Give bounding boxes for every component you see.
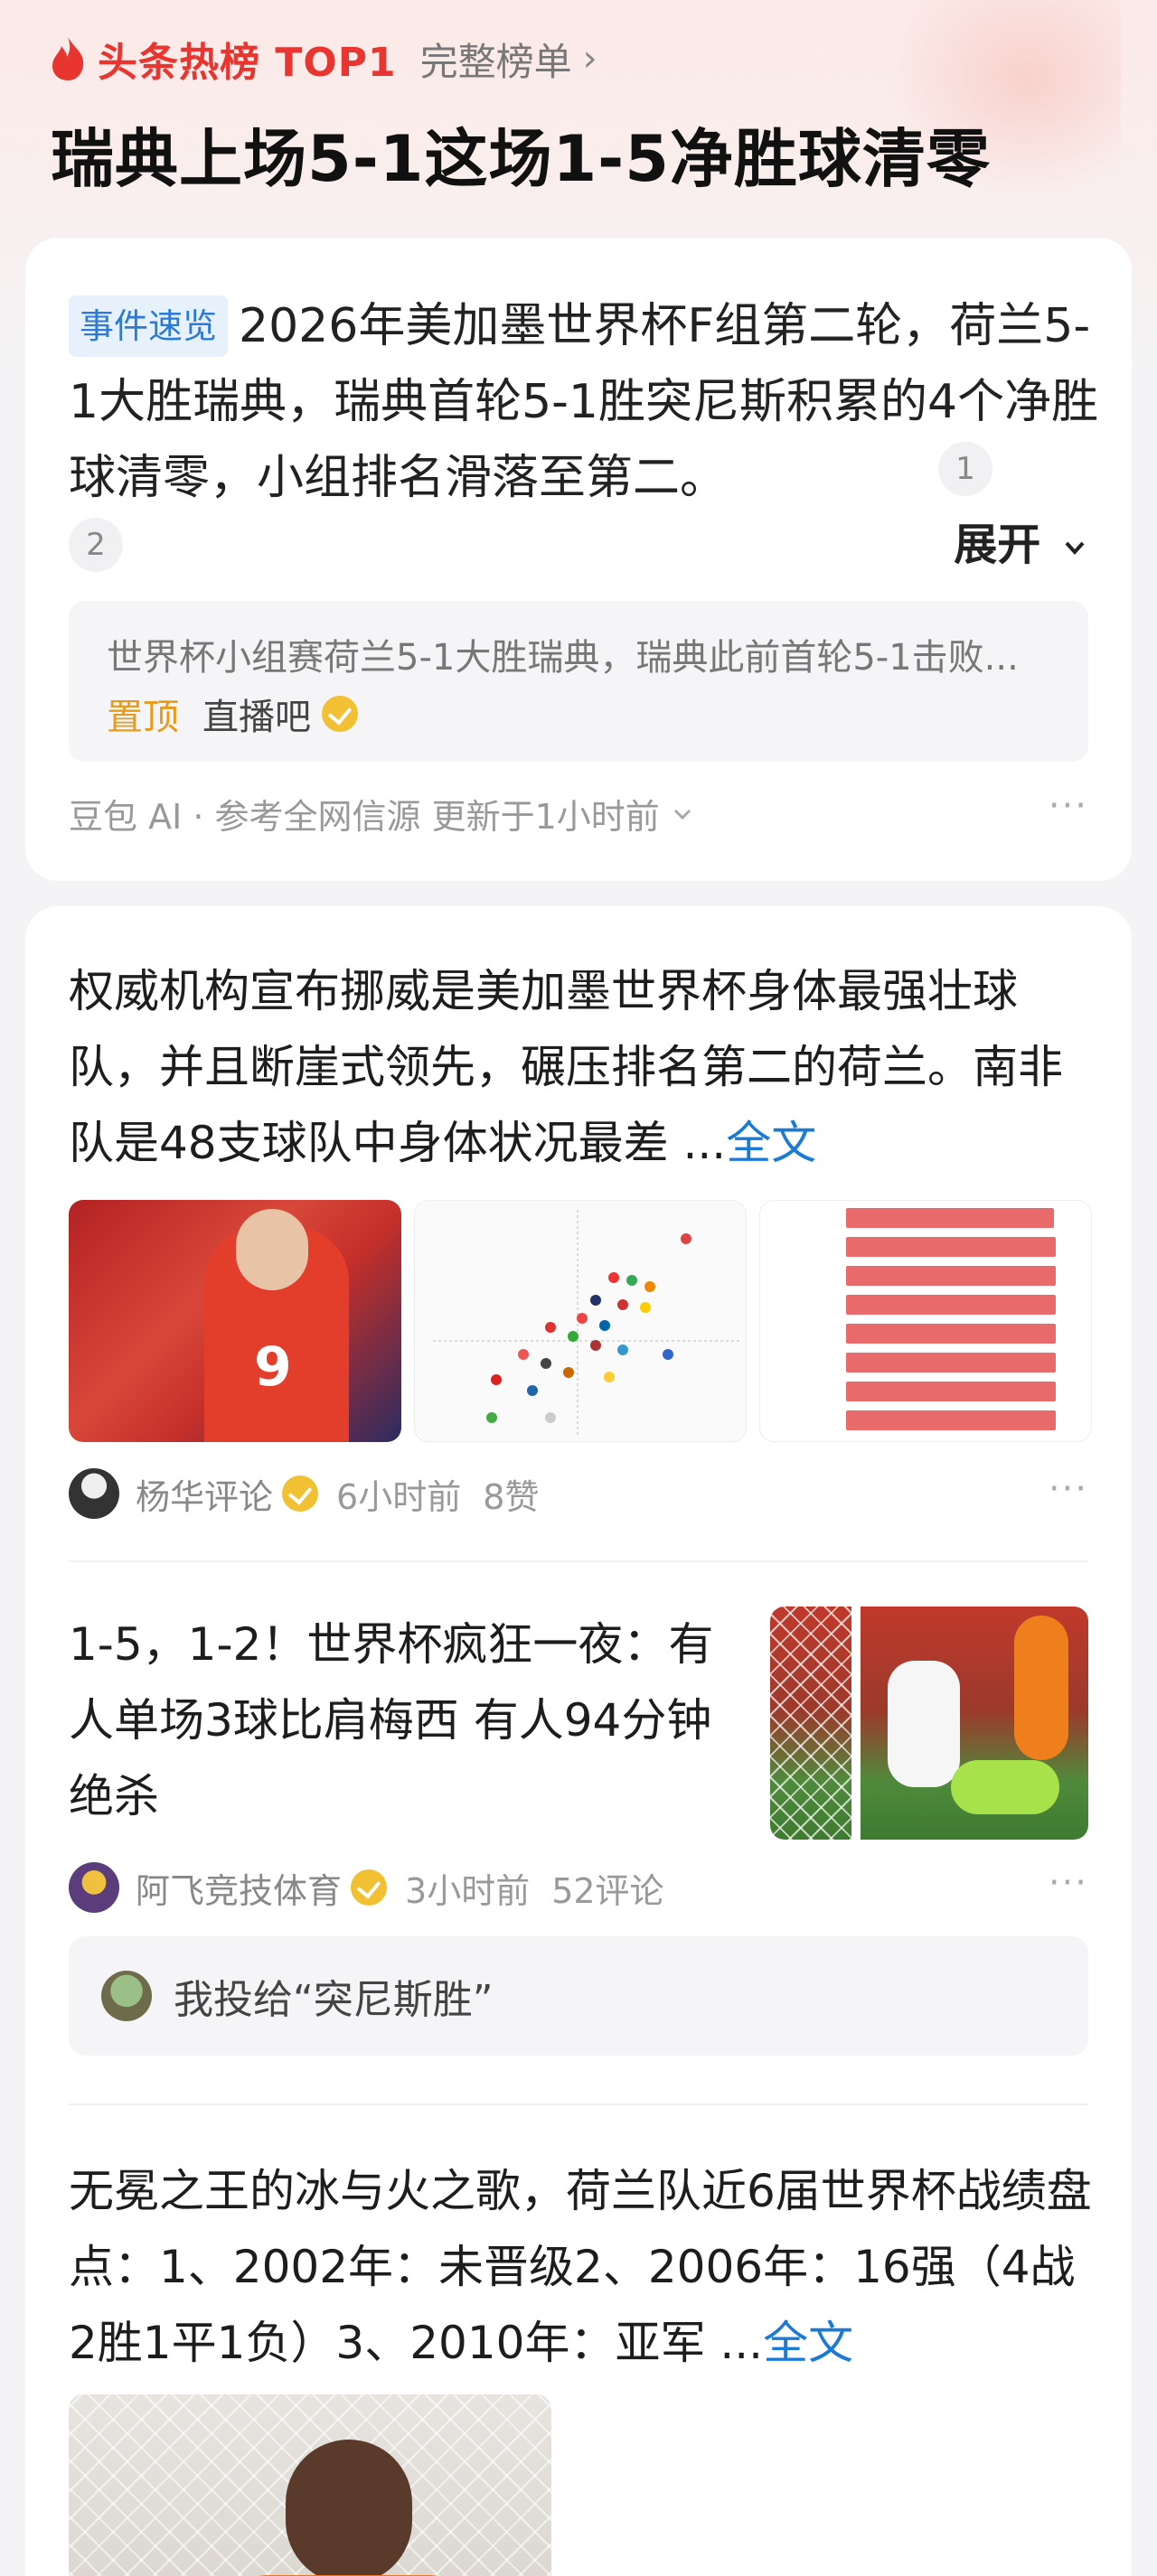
vote-text: 我投给“突尼斯胜” — [174, 1977, 494, 2023]
more-dots-icon[interactable]: ··· — [1049, 1468, 1088, 1510]
verified-badge-icon — [351, 1869, 388, 1906]
chevron-down-icon — [1065, 541, 1085, 555]
bar-1 — [846, 1208, 1054, 1228]
article-1-body: 权威机构宣布挪威是美加墨世界杯身体最强壮球队，并且断崖式领先，碾压排名第二的荷兰… — [69, 965, 1063, 1169]
bar-8 — [846, 1410, 1056, 1430]
article-1-text[interactable]: 权威机构宣布挪威是美加墨世界杯身体最强壮球队，并且断崖式领先，碾压排名第二的荷兰… — [69, 953, 1099, 1181]
player-orange — [1014, 1616, 1068, 1760]
chevron-right-icon: › — [582, 38, 597, 80]
full-list-link[interactable]: 完整榜单 — [420, 32, 572, 87]
player-head — [236, 1209, 308, 1290]
goal-net — [770, 1606, 851, 1840]
vote-box[interactable]: 我投给“突尼斯胜” — [69, 1936, 1088, 2056]
more-dots-icon[interactable]: ··· — [1049, 785, 1088, 827]
fulltext-link[interactable]: 全文 — [726, 1117, 816, 1169]
fulltext-link[interactable]: 全文 — [763, 2317, 853, 2369]
rank-row[interactable]: 头条热榜 TOP1 完整榜单 › — [47, 27, 597, 90]
avatar[interactable] — [69, 1862, 119, 1913]
source-preview[interactable]: 世界杯小组赛荷兰5-1大胜瑞典，瑞典此前首轮5-1击败... 置顶 直播吧 — [69, 601, 1088, 762]
comment-count: 52评论 — [551, 1870, 664, 1911]
goalkeeper — [951, 1760, 1059, 1814]
source-meta: 置顶 直播吧 — [107, 688, 358, 740]
event-summary-card: 事件速览 2026年美加墨世界杯F组第二轮，荷兰5-1大胜瑞典，瑞典首轮5-1胜突… — [25, 238, 1132, 881]
article-1-meta: 杨华评论 6小时前 8赞 — [69, 1468, 539, 1519]
ranking-bar-chart-thumbnail[interactable] — [759, 1200, 1092, 1442]
topic-title: 瑞典上场5-1这场1-5净胜球清零 — [51, 122, 991, 196]
bar-4 — [846, 1295, 1056, 1315]
article-feed-card: 权威机构宣布挪威是美加墨世界杯身体最强壮球队，并且断崖式领先，碾压排名第二的荷兰… — [25, 906, 1132, 2576]
article-3-body: 无冕之王的冰与火之歌，荷兰队近6届世界杯战绩盘点：1、2002年：未晋级2、20… — [69, 2165, 1092, 2369]
goal-post — [851, 1606, 861, 1840]
bar-6 — [846, 1353, 1056, 1372]
author-name[interactable]: 阿飞竞技体育 — [136, 1863, 342, 1913]
verified-badge-icon — [282, 1475, 319, 1512]
event-tag: 事件速览 — [69, 295, 229, 357]
flame-icon — [52, 37, 84, 80]
scatter-chart-graphic — [433, 1210, 740, 1436]
more-dots-icon[interactable]: ··· — [1049, 1862, 1088, 1904]
expand-button[interactable]: 展开 — [954, 509, 1088, 572]
hot-list-header: 头条热榜 TOP1 完整榜单 › 瑞典上场5-1这场1-5净胜球清零 — [0, 0, 1157, 230]
reference-badge-2[interactable]: 2 — [69, 518, 123, 572]
source-name: 直播吧 — [202, 697, 311, 738]
player-white — [888, 1661, 960, 1787]
bar-5 — [846, 1324, 1056, 1344]
chevron-down-icon — [673, 809, 691, 820]
publish-time: 6小时前 — [336, 1476, 462, 1517]
player-head — [286, 2440, 412, 2576]
summary-footer[interactable]: 豆包 AI · 参考全网信源 更新于1小时前 — [69, 789, 694, 838]
divider — [69, 1560, 1088, 1562]
avatar[interactable] — [69, 1468, 119, 1519]
article-2-thumbnail[interactable] — [770, 1606, 1088, 1840]
article-3-text[interactable]: 无冕之王的冰与火之歌，荷兰队近6届世界杯战绩盘点：1、2002年：未晋级2、20… — [69, 2153, 1099, 2381]
bar-3 — [846, 1266, 1056, 1286]
publish-time: 3小时前 — [405, 1870, 531, 1911]
reference-badge-1[interactable]: 1 — [938, 442, 992, 496]
like-count: 8赞 — [483, 1476, 540, 1517]
divider — [69, 2103, 1088, 2105]
summary-footer-text: 豆包 AI · 参考全网信源 更新于1小时前 — [69, 797, 660, 837]
article-2-text[interactable]: 1-5，1-2！世界杯疯狂一夜：有人单场3球比肩梅西 有人94分钟绝杀 — [69, 1606, 738, 1834]
expand-label: 展开 — [954, 520, 1041, 570]
verified-badge-icon — [322, 696, 358, 732]
source-text: 世界杯小组赛荷兰5-1大胜瑞典，瑞典此前首轮5-1击败... — [107, 637, 1019, 679]
bar-2 — [846, 1237, 1056, 1257]
player-photo-thumbnail[interactable]: 9 — [69, 1200, 401, 1442]
author-name[interactable]: 杨华评论 — [136, 1469, 273, 1519]
avatar — [101, 1971, 152, 2021]
article-2-meta: 阿飞竞技体育 3小时前 52评论 — [69, 1862, 664, 1913]
pinned-label: 置顶 — [107, 697, 179, 738]
article-3-thumbnail[interactable] — [69, 2394, 551, 2576]
scatter-chart-thumbnail[interactable] — [414, 1200, 747, 1442]
jersey-number: 9 — [254, 1335, 292, 1399]
article-1-images: 9 — [69, 1200, 1092, 1442]
bar-7 — [846, 1382, 1056, 1401]
rank-label: 头条热榜 TOP1 — [98, 40, 397, 86]
